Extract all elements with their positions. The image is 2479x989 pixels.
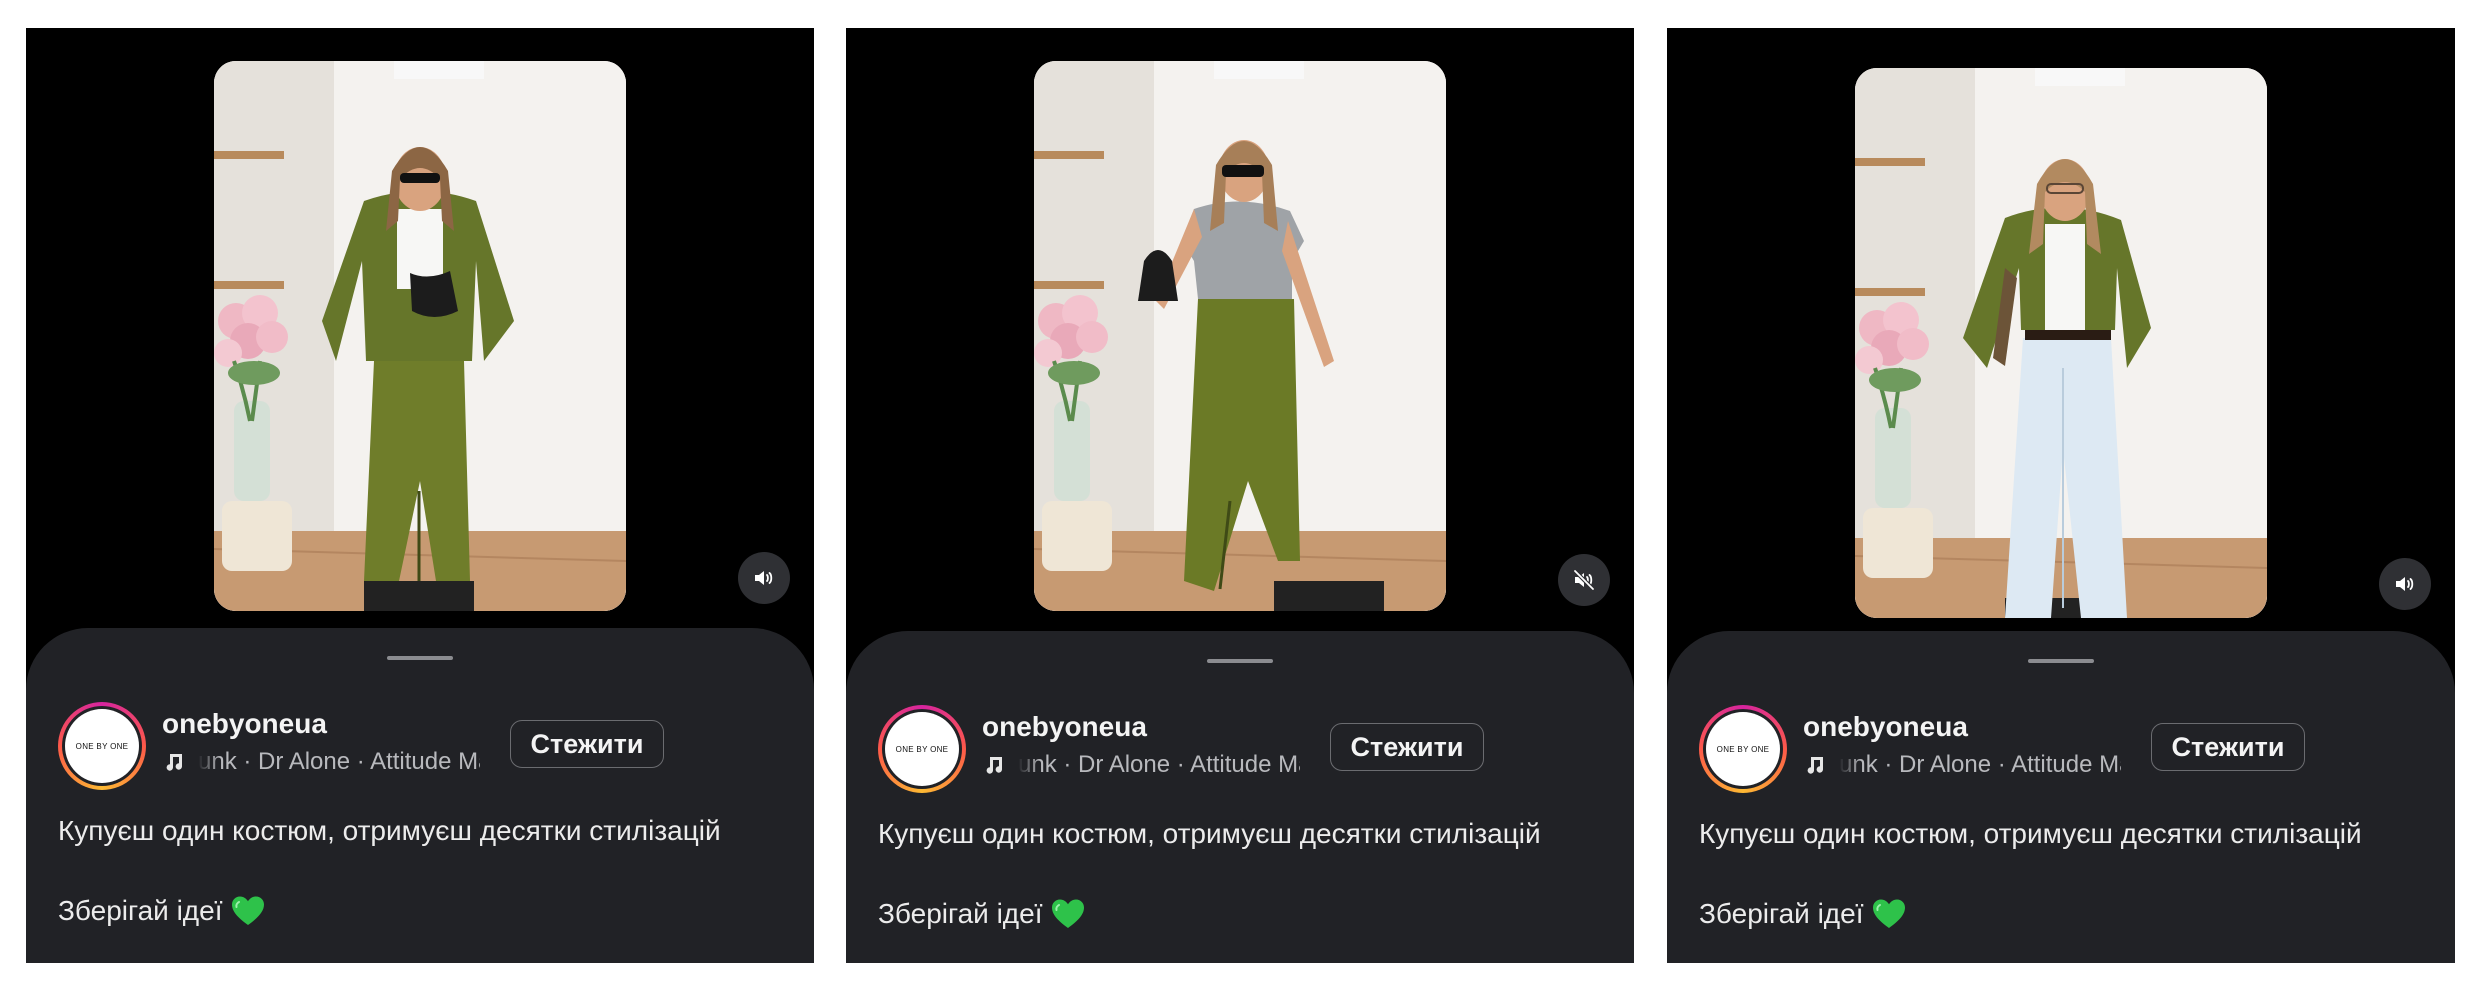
green-heart-icon — [1051, 898, 1085, 930]
sound-toggle-button[interactable] — [1558, 554, 1610, 606]
caption-text-line-2: Зберігай ідеї — [878, 897, 1085, 931]
video-frame-image — [214, 61, 626, 611]
post-info-sheet: ONE BY ONE onebyoneua unk · Dr Alone · A… — [1667, 631, 2455, 963]
sound-toggle-button[interactable] — [2379, 558, 2431, 610]
post-info-sheet: ONE BY ONE onebyoneua unk · Dr Alone · A… — [846, 631, 1634, 963]
music-note-icon — [162, 750, 186, 774]
reel-video[interactable] — [1855, 68, 2267, 618]
drag-handle[interactable] — [1207, 659, 1273, 663]
follow-button[interactable]: Стежити — [510, 720, 664, 768]
username[interactable]: onebyoneua — [162, 708, 327, 740]
reel-video[interactable] — [1034, 61, 1446, 611]
audio-track-title: unk · Dr Alone · Attitude Ma — [1839, 751, 2121, 778]
drag-handle[interactable] — [2028, 659, 2094, 663]
video-frame-image — [1034, 61, 1446, 611]
avatar[interactable]: ONE BY ONE — [1699, 705, 1787, 793]
reel-video[interactable] — [214, 61, 626, 611]
reel-card-1: ONE BY ONE onebyoneua unk · Dr Alone · A… — [26, 28, 814, 963]
green-heart-icon — [1872, 898, 1906, 930]
follow-button[interactable]: Стежити — [1330, 723, 1484, 771]
caption-text: Купуєш один костюм, отримуєш десятки сти… — [58, 815, 721, 846]
sound-toggle-button[interactable] — [738, 552, 790, 604]
reel-card-2: ONE BY ONE onebyoneua unk · Dr Alone · A… — [846, 28, 1634, 963]
caption-text: Купуєш один костюм, отримуєш десятки сти… — [878, 818, 1541, 849]
drag-handle[interactable] — [387, 656, 453, 660]
music-note-icon — [982, 753, 1006, 777]
avatar[interactable]: ONE BY ONE — [878, 705, 966, 793]
green-heart-icon — [231, 895, 265, 927]
video-frame-image — [1855, 68, 2267, 618]
avatar-logo: ONE BY ONE — [1706, 712, 1780, 786]
avatar-logo: ONE BY ONE — [885, 712, 959, 786]
caption-text-line-2: Зберігай ідеї — [58, 894, 265, 928]
audio-track-title: unk · Dr Alone · Attitude Ma — [198, 748, 480, 775]
audio-track[interactable]: unk · Dr Alone · Attitude Ma — [1803, 749, 2121, 781]
music-note-icon — [1803, 753, 1827, 777]
audio-track[interactable]: unk · Dr Alone · Attitude Ma — [162, 746, 480, 778]
speaker-muted-icon — [1572, 568, 1596, 592]
speaker-icon — [752, 566, 776, 590]
caption-text-line-2: Зберігай ідеї — [1699, 897, 1906, 931]
caption-text: Купуєш один костюм, отримуєш десятки сти… — [1699, 818, 2362, 849]
audio-track-title: unk · Dr Alone · Attitude Ma — [1018, 751, 1300, 778]
caption-save-text: Зберігай ідеї — [878, 898, 1043, 929]
audio-track[interactable]: unk · Dr Alone · Attitude Ma — [982, 749, 1300, 781]
post-info-sheet: ONE BY ONE onebyoneua unk · Dr Alone · A… — [26, 628, 814, 963]
avatar[interactable]: ONE BY ONE — [58, 702, 146, 790]
speaker-icon — [2393, 572, 2417, 596]
username[interactable]: onebyoneua — [1803, 711, 1968, 743]
avatar-logo: ONE BY ONE — [65, 709, 139, 783]
follow-button[interactable]: Стежити — [2151, 723, 2305, 771]
username[interactable]: onebyoneua — [982, 711, 1147, 743]
caption-save-text: Зберігай ідеї — [1699, 898, 1864, 929]
caption-save-text: Зберігай ідеї — [58, 895, 223, 926]
reel-card-3: ONE BY ONE onebyoneua unk · Dr Alone · A… — [1667, 28, 2455, 963]
